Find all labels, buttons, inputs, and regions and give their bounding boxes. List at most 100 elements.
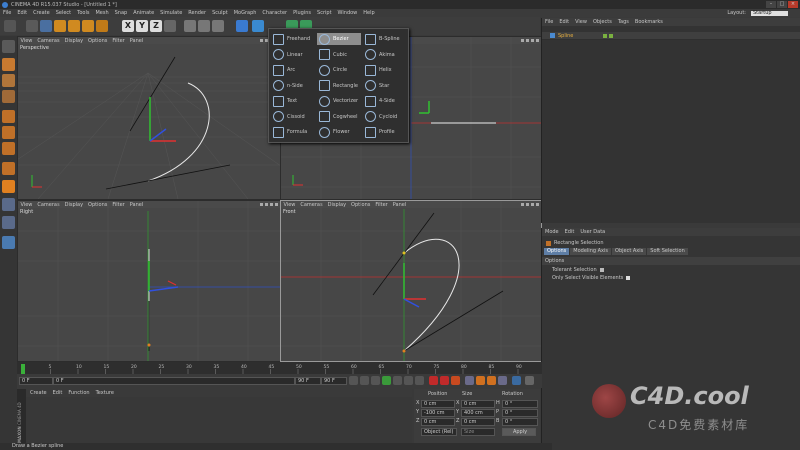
menu-script[interactable]: Script xyxy=(314,10,335,16)
scale-key-icon[interactable] xyxy=(476,376,485,385)
spline-menu-item-rectangle[interactable]: Rectangle xyxy=(317,80,361,92)
edges-mode-icon[interactable] xyxy=(2,126,15,139)
size-mode-select[interactable]: Size xyxy=(461,428,495,436)
material-menu-texture[interactable]: Texture xyxy=(93,390,117,396)
live-select-icon[interactable] xyxy=(40,20,52,32)
spline-menu-item-circle[interactable]: Circle xyxy=(317,64,361,76)
scale-icon[interactable] xyxy=(68,20,80,32)
rotate-icon[interactable] xyxy=(82,20,94,32)
attribute-menu-mode[interactable]: Mode xyxy=(542,229,562,235)
menu-edit[interactable]: Edit xyxy=(14,10,30,16)
material-menu-function[interactable]: Function xyxy=(65,390,92,396)
z-axis-icon[interactable]: Z xyxy=(150,20,162,32)
tolerant-selection-checkbox[interactable] xyxy=(599,267,604,272)
end-frame-field-2[interactable]: 90 F xyxy=(321,377,347,385)
menu-character[interactable]: Character xyxy=(259,10,290,16)
viewport-perspective[interactable]: View Cameras Display Options Filter Panel Per… xyxy=(17,36,281,200)
timeline-playhead[interactable] xyxy=(21,364,25,374)
render-view-icon[interactable] xyxy=(184,20,196,32)
spline-menu-item-b-spline[interactable]: B-Spline xyxy=(363,33,407,45)
x-axis-icon[interactable]: X xyxy=(122,20,134,32)
spline-menu-item-helix[interactable]: Helix xyxy=(363,64,407,76)
menu-mograph[interactable]: MoGraph xyxy=(231,10,260,16)
maximize-button[interactable]: □ xyxy=(777,1,787,8)
play-icon[interactable] xyxy=(382,376,391,385)
keyframe-selection-icon[interactable] xyxy=(451,376,460,385)
layout-switcher[interactable]: Layout: Startup xyxy=(724,9,788,17)
planar-workplane-icon[interactable] xyxy=(2,236,15,249)
spline-menu-item-cogwheel[interactable]: Cogwheel xyxy=(317,111,361,123)
spline-tool-icon[interactable] xyxy=(252,20,264,32)
move-icon[interactable] xyxy=(54,20,66,32)
option-only-visible[interactable]: Only Select Visible Elements xyxy=(542,273,800,281)
tab-soft-selection[interactable]: Soft Selection xyxy=(647,248,688,255)
layout-select[interactable]: Startup xyxy=(751,10,788,16)
spline-menu-item-vectorizer[interactable]: Vectorizer xyxy=(317,95,361,107)
workplane-icon[interactable] xyxy=(2,90,15,103)
edit-render-settings-icon[interactable] xyxy=(212,20,224,32)
spline-menu-item-4-side[interactable]: 4-Side xyxy=(363,95,407,107)
lock-workplane-icon[interactable] xyxy=(2,216,15,229)
object-row-spline[interactable]: Spline xyxy=(542,32,800,40)
position-key-icon[interactable] xyxy=(465,376,474,385)
spline-menu-item-n-side[interactable]: n-Side xyxy=(271,80,315,92)
attribute-menu-user-data[interactable]: User Data xyxy=(577,229,608,235)
only-visible-checkbox[interactable] xyxy=(626,275,631,280)
attribute-menu-edit[interactable]: Edit xyxy=(562,229,578,235)
start-frame-field[interactable]: 0 F xyxy=(53,377,295,385)
menu-mesh[interactable]: Mesh xyxy=(92,10,111,16)
tab-object-axis[interactable]: Object Axis xyxy=(612,248,647,255)
next-frame-icon[interactable] xyxy=(393,376,402,385)
render-picture-viewer-icon[interactable] xyxy=(198,20,210,32)
spline-menu-item-cissoid[interactable]: Cissoid xyxy=(271,111,315,123)
menu-tools[interactable]: Tools xyxy=(74,10,92,16)
close-button[interactable]: × xyxy=(788,1,798,8)
menu-window[interactable]: Window xyxy=(335,10,361,16)
enable-check-icon[interactable] xyxy=(609,33,614,38)
rotation-key-icon[interactable] xyxy=(487,376,496,385)
spline-menu-item-cycloid[interactable]: Cycloid xyxy=(363,111,407,123)
object-menu-tags[interactable]: Tags xyxy=(615,19,632,25)
menu-sculpt[interactable]: Sculpt xyxy=(209,10,231,16)
recent-tools-icon[interactable] xyxy=(96,20,108,32)
menu-create[interactable]: Create xyxy=(30,10,53,16)
position-x-field[interactable]: 0 cm xyxy=(421,400,455,408)
timeline-menu-icon[interactable] xyxy=(525,376,534,385)
timeline-ruler[interactable]: 051015202530354045505560657075808590 xyxy=(17,362,542,374)
goto-end-icon[interactable] xyxy=(415,376,424,385)
record-icon[interactable] xyxy=(429,376,438,385)
tab-options[interactable]: Options xyxy=(544,248,570,255)
object-menu-file[interactable]: File xyxy=(542,19,556,25)
spline-menu-item-star[interactable]: Star xyxy=(363,80,407,92)
coordinate-system-icon[interactable] xyxy=(164,20,176,32)
material-menu-edit[interactable]: Edit xyxy=(50,390,66,396)
axis-mode-icon[interactable] xyxy=(2,162,15,175)
polygons-mode-icon[interactable] xyxy=(2,142,15,155)
undo-icon[interactable] xyxy=(4,20,16,32)
autokey-icon[interactable] xyxy=(440,376,449,385)
size-z-field[interactable]: 0 cm xyxy=(461,418,495,426)
prev-frame-icon[interactable] xyxy=(371,376,380,385)
menu-animate[interactable]: Animate xyxy=(130,10,157,16)
current-frame-field[interactable]: 0 F xyxy=(19,377,53,385)
spline-menu-item-flower[interactable]: Flower xyxy=(317,126,361,138)
option-tolerant-selection[interactable]: Tolerant Selection xyxy=(542,265,800,273)
point-level-icon[interactable] xyxy=(512,376,521,385)
prev-key-icon[interactable] xyxy=(360,376,369,385)
next-key-icon[interactable] xyxy=(404,376,413,385)
material-menu-create[interactable]: Create xyxy=(27,390,50,396)
menu-simulate[interactable]: Simulate xyxy=(157,10,185,16)
object-menu-bookmarks[interactable]: Bookmarks xyxy=(632,19,666,25)
object-name[interactable]: Spline xyxy=(558,33,573,39)
menu-help[interactable]: Help xyxy=(360,10,377,16)
spline-menu-item-formula[interactable]: Formula xyxy=(271,126,315,138)
spline-menu-item-profile[interactable]: Profile xyxy=(363,126,407,138)
minimize-button[interactable]: – xyxy=(766,1,776,8)
menu-select[interactable]: Select xyxy=(53,10,74,16)
position-z-field[interactable]: 0 cm xyxy=(421,418,455,426)
spline-menu-item-akima[interactable]: Akima xyxy=(363,49,407,61)
spline-menu-item-linear[interactable]: Linear xyxy=(271,49,315,61)
viewport-right[interactable]: View Cameras Display Options Filter Panel Rig… xyxy=(17,200,281,362)
end-frame-field[interactable]: 90 F xyxy=(295,377,321,385)
spline-menu-item-cubic[interactable]: Cubic xyxy=(317,49,361,61)
